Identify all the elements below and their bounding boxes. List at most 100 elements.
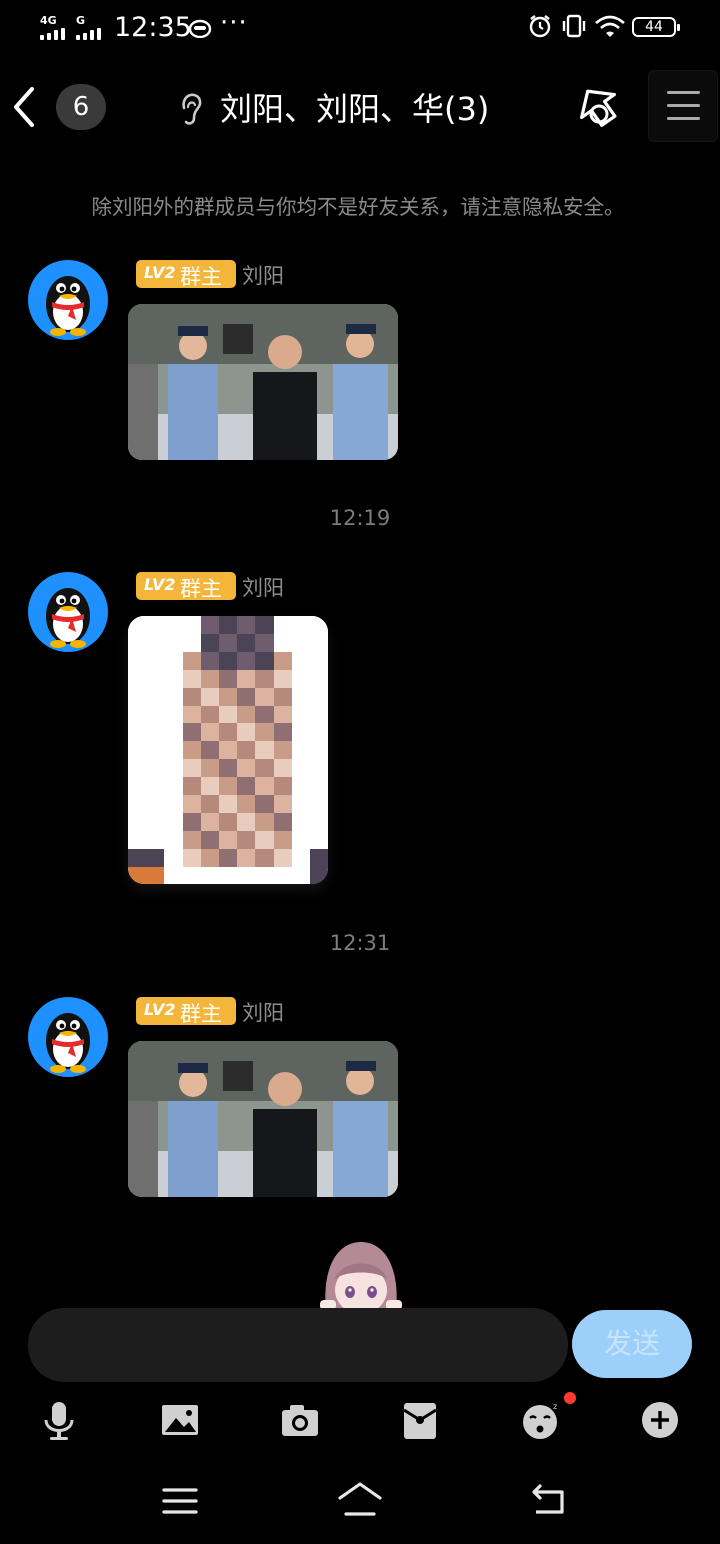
recent-apps-icon[interactable] bbox=[156, 1478, 204, 1524]
mosaic-pixel bbox=[146, 687, 166, 706]
mosaic-pixel bbox=[310, 866, 328, 884]
image-message[interactable] bbox=[128, 1041, 398, 1197]
mosaic-pixel bbox=[200, 723, 220, 742]
level-label: LV2 bbox=[144, 1000, 176, 1019]
courtroom-photo bbox=[128, 304, 398, 460]
mosaic-pixel bbox=[182, 866, 202, 884]
mosaic-pixel bbox=[255, 651, 275, 670]
image-icon[interactable] bbox=[160, 1400, 202, 1442]
mosaic-pixel bbox=[200, 633, 220, 652]
mosaic-pixel bbox=[255, 741, 275, 760]
back-nav-icon[interactable] bbox=[526, 1478, 574, 1524]
mosaic-pixel bbox=[182, 812, 202, 831]
mosaic-pixel bbox=[219, 705, 238, 724]
mosaic-pixel bbox=[219, 777, 238, 796]
mosaic-pixel bbox=[164, 759, 184, 778]
mosaic-pixel bbox=[182, 669, 202, 688]
back-arrow-icon[interactable] bbox=[10, 84, 40, 130]
role-label: 群主 bbox=[180, 1002, 222, 1026]
mosaic-pixel bbox=[310, 741, 328, 760]
phone-call-icon[interactable] bbox=[572, 84, 624, 130]
send-button[interactable]: 发送 bbox=[572, 1310, 692, 1378]
mosaic-pixel bbox=[200, 741, 220, 760]
mosaic-pixel bbox=[219, 669, 238, 688]
mosaic-pixel bbox=[200, 669, 220, 688]
mosaic-pixel bbox=[164, 812, 184, 831]
mosaic-pixel bbox=[164, 705, 184, 724]
mosaic-pixel bbox=[291, 651, 311, 670]
mosaic-pixel bbox=[237, 795, 257, 813]
mosaic-pixel bbox=[128, 759, 147, 778]
mosaic-pixel bbox=[291, 759, 311, 778]
battery-indicator: 44 bbox=[632, 17, 680, 37]
courtroom-photo bbox=[128, 1041, 398, 1197]
camera-icon[interactable] bbox=[280, 1400, 322, 1442]
avatar[interactable] bbox=[28, 572, 108, 652]
app-notification-icon bbox=[188, 19, 212, 38]
mosaic-pixel bbox=[237, 848, 257, 867]
role-label: 群主 bbox=[180, 577, 222, 601]
mosaic-pixel bbox=[273, 741, 293, 760]
mosaic-pixel bbox=[182, 616, 202, 634]
mosaic-pixel bbox=[219, 759, 238, 778]
mosaic-image-message[interactable] bbox=[128, 616, 328, 884]
mosaic-pixel bbox=[146, 812, 166, 831]
mosaic-pixel bbox=[219, 830, 238, 849]
mosaic-pixel bbox=[237, 830, 257, 849]
mosaic-pixel bbox=[291, 723, 311, 742]
home-icon[interactable] bbox=[336, 1478, 384, 1524]
mosaic-pixel bbox=[128, 848, 147, 867]
mosaic-pixel bbox=[146, 616, 166, 634]
mosaic-pixel bbox=[128, 795, 147, 813]
mosaic-pixel bbox=[164, 687, 184, 706]
mosaic-pixel bbox=[128, 687, 147, 706]
mosaic-pixel bbox=[146, 795, 166, 813]
mosaic-pixel bbox=[164, 669, 184, 688]
mosaic-pixel bbox=[273, 866, 293, 884]
mosaic-pixel bbox=[128, 812, 147, 831]
mosaic-pixel bbox=[273, 705, 293, 724]
mosaic-pixel bbox=[310, 812, 328, 831]
menu-button[interactable] bbox=[648, 70, 718, 142]
mosaic-pixel bbox=[219, 795, 238, 813]
avatar[interactable] bbox=[28, 260, 108, 340]
mosaic-pixel bbox=[146, 866, 166, 884]
mosaic-pixel bbox=[164, 741, 184, 760]
mosaic-pixel bbox=[237, 651, 257, 670]
mosaic-pixel bbox=[219, 651, 238, 670]
emoji-icon[interactable]: z bbox=[520, 1400, 562, 1442]
image-message[interactable] bbox=[128, 304, 398, 460]
unread-count-badge[interactable]: 6 bbox=[56, 84, 106, 130]
svg-text:z: z bbox=[553, 1402, 557, 1411]
mosaic-pixel bbox=[146, 777, 166, 796]
plus-icon[interactable] bbox=[640, 1400, 682, 1442]
mosaic-pixel bbox=[200, 616, 220, 634]
mosaic-pixel bbox=[219, 741, 238, 760]
mosaic-pixel bbox=[200, 705, 220, 724]
mosaic-pixel bbox=[146, 669, 166, 688]
mosaic-pixel bbox=[128, 723, 147, 742]
mosaic-pixel bbox=[182, 830, 202, 849]
ear-icon[interactable] bbox=[176, 92, 204, 126]
mosaic-pixel bbox=[128, 669, 147, 688]
mosaic-pixel bbox=[219, 723, 238, 742]
mosaic-pixel bbox=[164, 848, 184, 867]
microphone-icon[interactable] bbox=[40, 1400, 82, 1442]
anime-girl-sticker[interactable] bbox=[320, 1240, 402, 1310]
mosaic-pixel bbox=[128, 741, 147, 760]
avatar[interactable] bbox=[28, 997, 108, 1077]
network-type-label: G bbox=[76, 14, 86, 27]
mosaic-pixel bbox=[146, 705, 166, 724]
mosaic-pixel bbox=[128, 651, 147, 670]
mosaic-pixel bbox=[237, 741, 257, 760]
more-notifications-icon: ··· bbox=[220, 8, 248, 38]
mosaic-pixel bbox=[237, 866, 257, 884]
message-input[interactable] bbox=[28, 1308, 568, 1382]
mosaic-pixel bbox=[146, 759, 166, 778]
mosaic-pixel bbox=[310, 777, 328, 796]
mosaic-pixel bbox=[273, 723, 293, 742]
red-packet-icon[interactable] bbox=[400, 1400, 442, 1442]
signal-bars-icon bbox=[76, 28, 106, 40]
mosaic-pixel bbox=[146, 848, 166, 867]
mosaic-pixel bbox=[255, 777, 275, 796]
